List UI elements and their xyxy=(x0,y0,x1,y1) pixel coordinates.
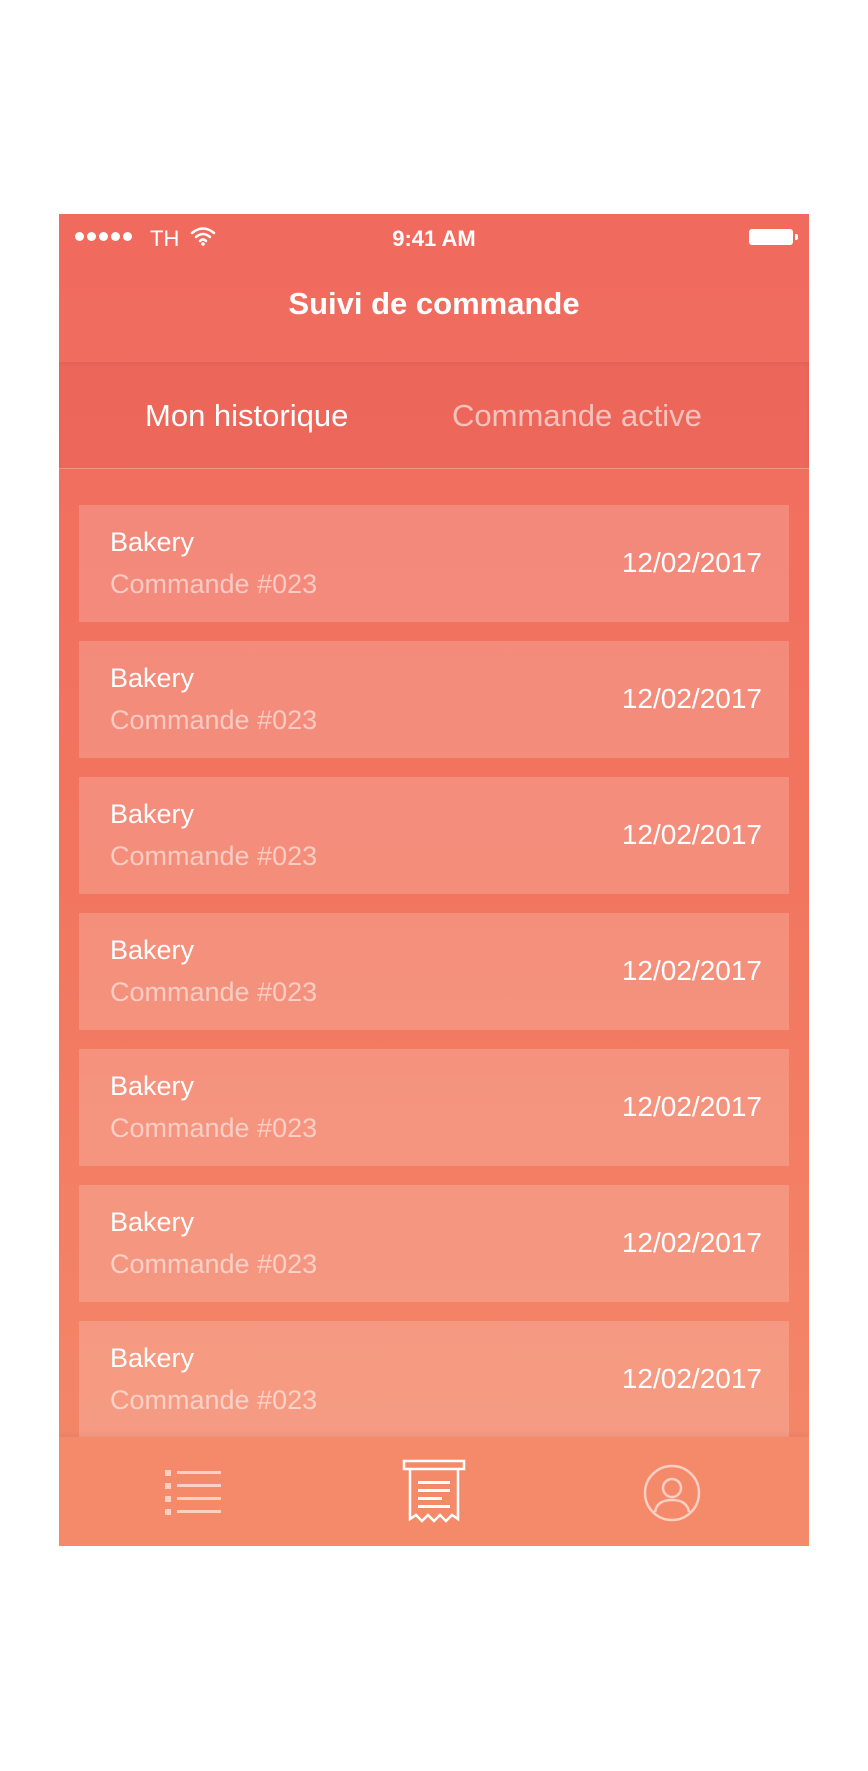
order-number: Commande #023 xyxy=(110,1385,318,1415)
user-icon[interactable] xyxy=(643,1464,701,1522)
order-date: 12/02/2017 xyxy=(621,683,762,714)
page-title: Suivi de commande xyxy=(288,286,580,321)
segment-tabbar: Mon historique Commande active xyxy=(59,362,809,469)
order-date: 12/02/2017 xyxy=(621,1227,762,1258)
battery-icon xyxy=(749,229,798,245)
list-icon[interactable] xyxy=(165,1468,221,1516)
order-number: Commande #023 xyxy=(110,841,318,871)
order-card[interactable]: Bakery Commande #023 12/02/2017 xyxy=(79,641,789,758)
order-list: Bakery Commande #023 12/02/2017 Bakery C… xyxy=(79,505,789,1457)
order-store-name: Bakery xyxy=(110,935,195,965)
order-store-name: Bakery xyxy=(110,799,195,829)
receipt-icon[interactable] xyxy=(402,1459,466,1525)
order-number: Commande #023 xyxy=(110,977,318,1007)
tab-active-order[interactable]: Commande active xyxy=(452,398,702,434)
status-time: 9:41 AM xyxy=(392,226,476,251)
status-bar: TH 9:41 AM xyxy=(59,214,809,262)
order-number: Commande #023 xyxy=(110,705,318,735)
order-store-name: Bakery xyxy=(110,1071,195,1101)
order-date: 12/02/2017 xyxy=(621,955,762,986)
order-number: Commande #023 xyxy=(110,1249,318,1279)
order-store-name: Bakery xyxy=(110,663,195,693)
order-card[interactable]: Bakery Commande #023 12/02/2017 xyxy=(79,913,789,1030)
order-card[interactable]: Bakery Commande #023 12/02/2017 xyxy=(79,1185,789,1302)
order-card[interactable]: Bakery Commande #023 12/02/2017 xyxy=(79,777,789,894)
tab-history[interactable]: Mon historique xyxy=(145,398,348,434)
order-date: 12/02/2017 xyxy=(621,547,762,578)
order-date: 12/02/2017 xyxy=(621,819,762,850)
order-number: Commande #023 xyxy=(110,569,318,599)
order-card[interactable]: Bakery Commande #023 12/02/2017 xyxy=(79,1049,789,1166)
order-store-name: Bakery xyxy=(110,1207,195,1237)
bottom-tab-bar xyxy=(59,1437,809,1546)
order-date: 12/02/2017 xyxy=(621,1363,762,1394)
order-store-name: Bakery xyxy=(110,1343,195,1373)
order-card[interactable]: Bakery Commande #023 12/02/2017 xyxy=(79,1321,789,1438)
order-number: Commande #023 xyxy=(110,1113,318,1143)
order-card[interactable]: Bakery Commande #023 12/02/2017 xyxy=(79,505,789,622)
order-store-name: Bakery xyxy=(110,527,195,557)
phone-screen: TH 9:41 AM Suivi de commande Mon histori… xyxy=(59,214,809,1546)
order-date: 12/02/2017 xyxy=(621,1091,762,1122)
